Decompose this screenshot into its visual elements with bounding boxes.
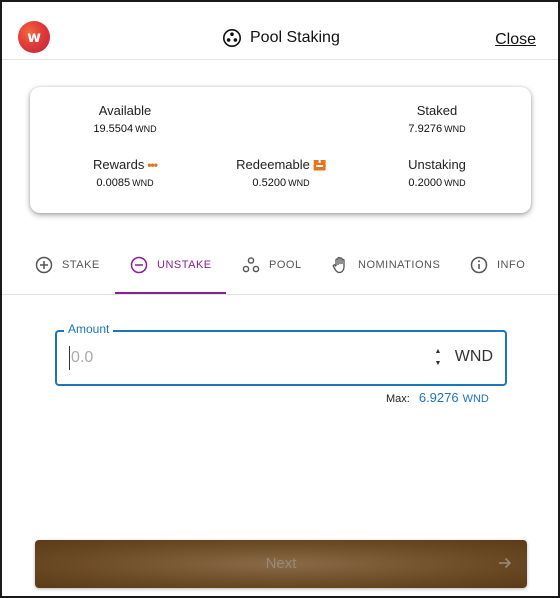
balance-redeemable-value: 0.5200 WND [252, 177, 310, 189]
header: w Pool Staking Close [2, 2, 558, 60]
balance-available: Available 19.5504 WND [93, 103, 156, 135]
app-logo-letter: w [27, 27, 41, 46]
tab-info-label: INFO [497, 258, 526, 271]
page-title-group: Pool Staking [222, 27, 340, 49]
balance-unstaking-label: Unstaking [408, 157, 466, 172]
amount-unit: WND [454, 348, 493, 365]
balance-rewards-value: 0.0085 WND [96, 177, 154, 189]
active-tab-indicator [115, 292, 226, 294]
next-button-label: Next [265, 555, 297, 572]
info-icon [470, 256, 488, 273]
pool-icon [242, 256, 260, 272]
page-title: Pool Staking [250, 29, 340, 46]
tab-nominations-label: NOMINATIONS [358, 258, 441, 271]
pool-icon [223, 29, 241, 47]
amount-stepper[interactable]: ▲ ▼ [433, 348, 443, 368]
balance-unstaking-value: 0.2000 WND [408, 177, 466, 189]
app-logo: w [18, 21, 50, 53]
minus-circle-icon [130, 256, 148, 273]
balance-staked: Staked 7.9276 WND [408, 103, 465, 135]
tab-stake[interactable]: STAKE [35, 234, 100, 295]
more-dots-icon[interactable]: ••• [147, 159, 158, 171]
balance-rewards-label: Rewards [93, 157, 145, 172]
balance-redeemable: Redeemable 0.5200 WND [236, 157, 326, 189]
balance-unstaking: Unstaking 0.2000 WND [408, 157, 466, 189]
max-row: Max: 6.9276 WND [386, 390, 489, 405]
stepper-down-icon[interactable]: ▼ [435, 360, 442, 368]
max-label: Max: [386, 393, 410, 405]
stepper-up-icon[interactable]: ▲ [435, 348, 442, 356]
amount-label: Amount [64, 322, 114, 336]
tab-bar: STAKE UNSTAKE POOL NOMINATIONS INFO [2, 234, 558, 295]
amount-input[interactable] [69, 346, 409, 370]
hand-icon [332, 256, 345, 273]
tab-info[interactable]: INFO [470, 234, 525, 295]
balance-available-value: 19.5504 WND [93, 123, 157, 135]
popup-window: w Pool Staking Close Available 19.5504 WN… [0, 0, 560, 598]
balance-staked-label: Staked [416, 103, 458, 118]
tab-unstake[interactable]: UNSTAKE [130, 234, 212, 295]
max-value[interactable]: 6.9276 [419, 390, 459, 405]
balance-available-label: Available [98, 103, 152, 118]
tab-stake-label: STAKE [62, 258, 100, 271]
max-unit: WND [462, 393, 489, 405]
tab-pool[interactable]: POOL [242, 234, 302, 295]
next-button[interactable]: Next [35, 540, 527, 588]
tab-pool-label: POOL [269, 258, 302, 271]
redeem-box-icon[interactable] [313, 158, 326, 171]
tab-unstake-label: UNSTAKE [157, 258, 212, 271]
tab-nominations[interactable]: NOMINATIONS [331, 234, 440, 295]
balances-card: Available 19.5504 WND Staked 7.9276 WND Re… [30, 87, 531, 213]
balance-staked-value: 7.9276 WND [408, 123, 466, 135]
balance-rewards: Rewards ••• 0.0085 WND [93, 157, 158, 189]
amount-field[interactable]: ▲ ▼ WND [55, 330, 507, 386]
close-button[interactable]: Close [495, 31, 536, 49]
plus-circle-icon [35, 256, 53, 273]
arrow-right-icon [499, 557, 512, 569]
balance-redeemable-label: Redeemable [236, 157, 310, 172]
